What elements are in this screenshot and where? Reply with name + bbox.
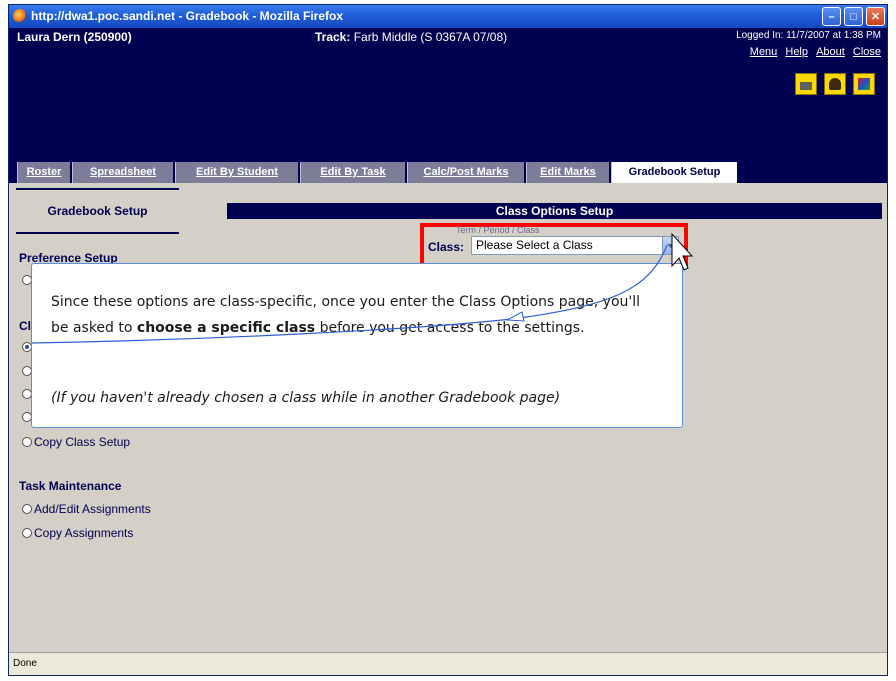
add-edit-assignments-option[interactable]: Add/Edit Assignments xyxy=(22,502,151,516)
printer-icon[interactable] xyxy=(795,73,817,95)
user-name: Laura Dern (250900) xyxy=(17,30,132,44)
help-link[interactable]: Help xyxy=(785,46,808,58)
copy-assignments-label: Copy Assignments xyxy=(34,526,134,540)
callout-text: Since these options are class-specific, … xyxy=(51,289,661,341)
track-value: Farb Middle (S 0367A 07/08) xyxy=(353,30,508,44)
callout-text-c: before you get access to the settings. xyxy=(315,320,585,336)
person-icon[interactable] xyxy=(824,73,846,95)
class-select[interactable]: Please Select a Class xyxy=(471,236,679,255)
radio-copy-class-setup[interactable] xyxy=(22,437,32,447)
class-select-value: Please Select a Class xyxy=(476,238,593,252)
chevron-down-icon[interactable] xyxy=(662,237,678,254)
callout-note: (If you haven't already chosen a class w… xyxy=(51,390,561,406)
term-period-class-label: Term / Period / Class xyxy=(456,225,540,235)
about-link[interactable]: About xyxy=(816,46,845,58)
track-label: Track: xyxy=(315,30,351,44)
close-window-button[interactable]: ✕ xyxy=(866,7,885,26)
tab-bar: Roster Spreadsheet Edit By Student Edit … xyxy=(9,158,887,183)
header-links: Menu Help About Close xyxy=(745,46,881,58)
instruction-callout: Since these options are class-specific, … xyxy=(31,263,683,428)
menu-link[interactable]: Menu xyxy=(750,46,778,58)
tab-gradebook-setup[interactable]: Gradebook Setup xyxy=(611,162,737,183)
photo-icon[interactable] xyxy=(853,73,875,95)
copy-assignments-option[interactable]: Copy Assignments xyxy=(22,526,133,540)
title-bar: http://dwa1.poc.sandi.net - Gradebook - … xyxy=(9,5,887,28)
tab-edit-by-task[interactable]: Edit By Task xyxy=(300,162,405,183)
left-panel-title: Gradebook Setup xyxy=(16,188,179,234)
status-bar: Done xyxy=(9,652,887,675)
minimize-button[interactable]: – xyxy=(822,7,841,26)
status-text: Done xyxy=(13,658,37,669)
add-edit-assignments-label: Add/Edit Assignments xyxy=(34,502,151,516)
tab-spreadsheet[interactable]: Spreadsheet xyxy=(72,162,173,183)
firefox-icon xyxy=(13,9,27,23)
tab-roster[interactable]: Roster xyxy=(17,162,70,183)
class-options-setup-bar: Class Options Setup xyxy=(227,203,882,219)
close-link[interactable]: Close xyxy=(853,46,881,58)
copy-class-setup-label: Copy Class Setup xyxy=(34,435,131,449)
tab-edit-marks[interactable]: Edit Marks xyxy=(526,162,609,183)
maximize-button[interactable]: □ xyxy=(844,7,863,26)
task-maintenance-heading: Task Maintenance xyxy=(19,479,122,493)
login-info: Logged In: 11/7/2007 at 1:38 PM xyxy=(736,30,881,41)
class-label: Class: xyxy=(428,240,465,254)
track-info: Track: Farb Middle (S 0367A 07/08) xyxy=(315,30,507,44)
copy-class-setup-option[interactable]: Copy Class Setup xyxy=(22,435,130,449)
app-header: Laura Dern (250900) Track: Farb Middle (… xyxy=(9,28,887,158)
window-title: http://dwa1.poc.sandi.net - Gradebook - … xyxy=(31,9,344,23)
tab-calc-post-marks[interactable]: Calc/Post Marks xyxy=(407,162,524,183)
tab-edit-by-student[interactable]: Edit By Student xyxy=(175,162,298,183)
callout-bold: choose a specific class xyxy=(136,320,316,336)
